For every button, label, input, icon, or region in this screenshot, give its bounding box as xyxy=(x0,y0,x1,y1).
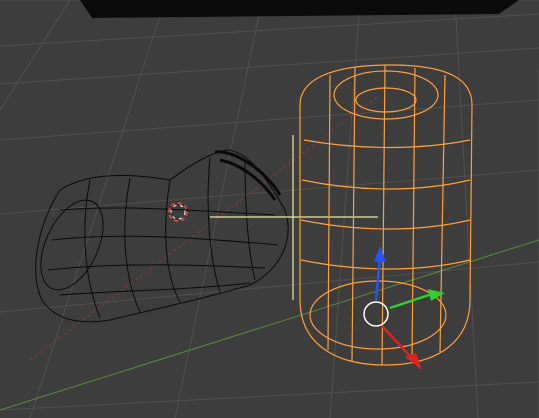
viewport-canvas[interactable] xyxy=(0,0,539,418)
3d-viewport[interactable] xyxy=(0,0,539,418)
